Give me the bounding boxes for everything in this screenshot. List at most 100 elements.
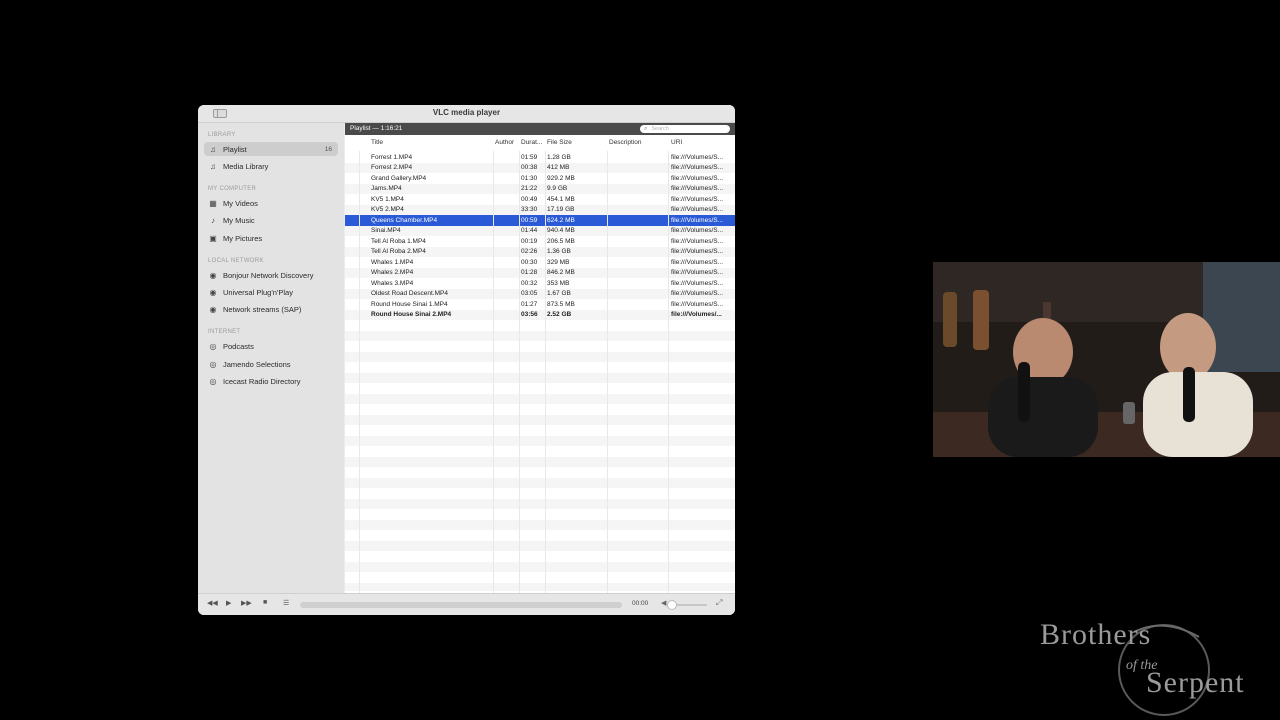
playlist-row[interactable]: Whales 1.MP4 00:30 329 MB file:///Volumes/S… <box>345 257 735 268</box>
stop-icon[interactable]: ■ <box>263 599 267 606</box>
row-duration: 01:59 <box>521 153 538 161</box>
column-divider <box>519 151 520 593</box>
row-uri: file:///Volumes/S... <box>671 216 724 224</box>
sidebar-item-bonjour[interactable]: ◉ Bonjour Network Discovery <box>204 268 338 282</box>
sidebar-item-playlist[interactable]: ♫ Playlist 16 <box>204 142 338 156</box>
playlist-row[interactable]: Queens Chamber.MP4 00:59 624.2 MB file:///V… <box>345 215 735 226</box>
broadcast-icon: ◎ <box>209 341 217 351</box>
row-title: KV5 1.MP4 <box>371 195 404 203</box>
column-title[interactable]: Title <box>371 139 383 149</box>
playlist-row[interactable]: Forrest 1.MP4 01:59 1.28 GB file:///Volumes… <box>345 152 735 163</box>
row-uri: file:///Volumes/S... <box>671 300 724 308</box>
fast-forward-icon[interactable]: ▶▶ <box>241 599 252 607</box>
row-title: Whales 2.MP4 <box>371 269 414 276</box>
playlist-row[interactable]: Round House Sinai 2.MP4 03:56 2.52 GB file:… <box>345 309 735 320</box>
row-uri: file:///Volumes/S... <box>671 279 724 287</box>
playlist-row[interactable]: KV5 1.MP4 00:49 454.1 MB file:///Volumes/S.… <box>345 194 735 205</box>
playlist-row[interactable]: Sinai.MP4 01:44 940.4 MB file:///Volumes/S.… <box>345 225 735 236</box>
volume-icon[interactable]: ◀ <box>661 599 666 607</box>
playlist-row[interactable]: Tell Al Roba 2.MP4 02:26 1.36 GB file:///Vo… <box>345 246 735 257</box>
sidebar-item-jamendo[interactable]: ◎ Jamendo Selections <box>204 357 338 371</box>
window-title: VLC media player <box>432 108 501 117</box>
column-divider <box>359 151 360 593</box>
sidebar-item-my-videos[interactable]: ▦ My Videos <box>204 196 338 210</box>
playlist-row[interactable]: Oldest Road Descent.MP4 03:05 1.67 GB file:… <box>345 288 735 299</box>
sidebar-item-my-pictures[interactable]: ▣ My Pictures <box>204 231 338 245</box>
sidebar-item-label: My Videos <box>223 198 258 208</box>
row-file-size: 454.1 MB <box>547 195 575 203</box>
column-duration[interactable]: Durat... <box>521 139 542 149</box>
sidebar-item-icecast[interactable]: ◎ Icecast Radio Directory <box>204 374 338 388</box>
row-file-size: 17.19 GB <box>547 206 575 213</box>
control-bar: ◀◀ ▶ ▶▶ ■ ☰ 00:00 ◀ ⤢ <box>198 593 735 615</box>
picture-icon: ▣ <box>209 233 217 243</box>
sidebar-item-podcasts[interactable]: ◎ Podcasts <box>204 339 338 353</box>
row-duration: 00:59 <box>521 216 538 224</box>
playlist-row[interactable]: Forrest 2.MP4 00:38 412 MB file:///Volumes/… <box>345 162 735 173</box>
volume-knob[interactable] <box>667 600 677 610</box>
column-divider <box>493 151 494 593</box>
playlist-row[interactable]: Whales 2.MP4 01:28 846.2 MB file:///Volumes… <box>345 267 735 278</box>
sidebar-item-upnp[interactable]: ◉ Universal Plug'n'Play <box>204 285 338 299</box>
row-file-size: 329 MB <box>547 258 570 266</box>
row-duration: 21:22 <box>521 185 538 192</box>
playlist-row[interactable]: Round House Sinai 1.MP4 01:27 873.5 MB file… <box>345 299 735 310</box>
sidebar-item-label: Icecast Radio Directory <box>223 376 301 386</box>
row-file-size: 1.28 GB <box>547 153 571 161</box>
empty-row-stripe <box>345 351 735 362</box>
row-file-size: 846.2 MB <box>547 269 575 276</box>
fullscreen-icon[interactable]: ⤢ <box>716 598 722 608</box>
column-divider <box>545 151 546 593</box>
vlc-window: VLC media player LIBRARY ♫ Playlist 16 ♫… <box>198 105 735 615</box>
playlist-row[interactable]: KV5 2.MP4 33:30 17.19 GB file:///Volumes/S.… <box>345 204 735 215</box>
broadcast-icon: ◎ <box>209 359 217 369</box>
column-uri[interactable]: URI <box>671 139 682 149</box>
play-icon[interactable]: ▶ <box>226 599 231 607</box>
playlist-row[interactable]: Whales 3.MP4 00:32 353 MB file:///Volumes/S… <box>345 278 735 289</box>
empty-row-stripe <box>345 582 735 591</box>
empty-row-stripe <box>345 393 735 404</box>
row-duration: 00:30 <box>521 258 538 266</box>
sidebar-item-label: My Music <box>223 215 255 225</box>
empty-row-stripe <box>345 435 735 446</box>
row-duration: 03:05 <box>521 290 538 297</box>
column-divider <box>607 151 608 593</box>
empty-row-stripe <box>345 414 735 425</box>
empty-row-stripe <box>345 477 735 488</box>
playlist-row[interactable]: Grand Gallery.MP4 01:30 929.2 MB file:///Vo… <box>345 173 735 184</box>
row-uri: file:///Volumes/S... <box>671 185 724 192</box>
column-description[interactable]: Description <box>609 139 642 149</box>
sidebar-item-media-library[interactable]: ♫ Media Library <box>204 159 338 173</box>
row-title: Forrest 2.MP4 <box>371 164 413 171</box>
logo-line-1: Brothers <box>1040 618 1152 651</box>
sidebar-item-my-music[interactable]: ♪ My Music <box>204 213 338 227</box>
row-title: Whales 3.MP4 <box>371 279 414 287</box>
webcam-scene <box>933 262 1280 457</box>
seek-bar[interactable] <box>300 602 622 608</box>
row-duration: 02:26 <box>521 248 538 255</box>
row-uri: file:///Volumes/S... <box>671 206 724 213</box>
column-file-size[interactable]: File Size <box>547 139 572 149</box>
playlist-toggle-icon[interactable]: ☰ <box>283 599 289 607</box>
playlist-row[interactable]: Tell Al Roba 1.MP4 00:19 206.5 MB file:///V… <box>345 236 735 247</box>
column-author[interactable]: Author <box>495 139 514 149</box>
row-duration: 33:30 <box>521 206 538 213</box>
row-uri: file:///Volumes/S... <box>671 258 724 266</box>
row-uri: file:///Volumes/S... <box>671 153 724 161</box>
playlist-row[interactable]: Jams.MP4 21:22 9.9 GB file:///Volumes/S... <box>345 183 735 194</box>
row-duration: 00:32 <box>521 279 538 287</box>
rewind-icon[interactable]: ◀◀ <box>207 599 218 607</box>
row-uri: file:///Volumes/S... <box>671 248 724 255</box>
sidebar-item-sap[interactable]: ◉ Network streams (SAP) <box>204 302 338 316</box>
row-uri: file:///Volumes/... <box>671 311 722 318</box>
sidebar-item-label: Media Library <box>223 161 269 171</box>
empty-row-stripe <box>345 540 735 551</box>
sidebar-item-label: My Pictures <box>223 233 263 243</box>
empty-row-stripe <box>345 372 735 383</box>
search-input[interactable]: ⌕ Search <box>640 125 730 133</box>
row-uri: file:///Volumes/S... <box>671 290 724 297</box>
row-title: Sinai.MP4 <box>371 227 401 234</box>
sidebar: LIBRARY ♫ Playlist 16 ♫ Media Library MY… <box>198 123 344 593</box>
row-file-size: 1.67 GB <box>547 290 571 297</box>
row-file-size: 412 MB <box>547 164 570 171</box>
